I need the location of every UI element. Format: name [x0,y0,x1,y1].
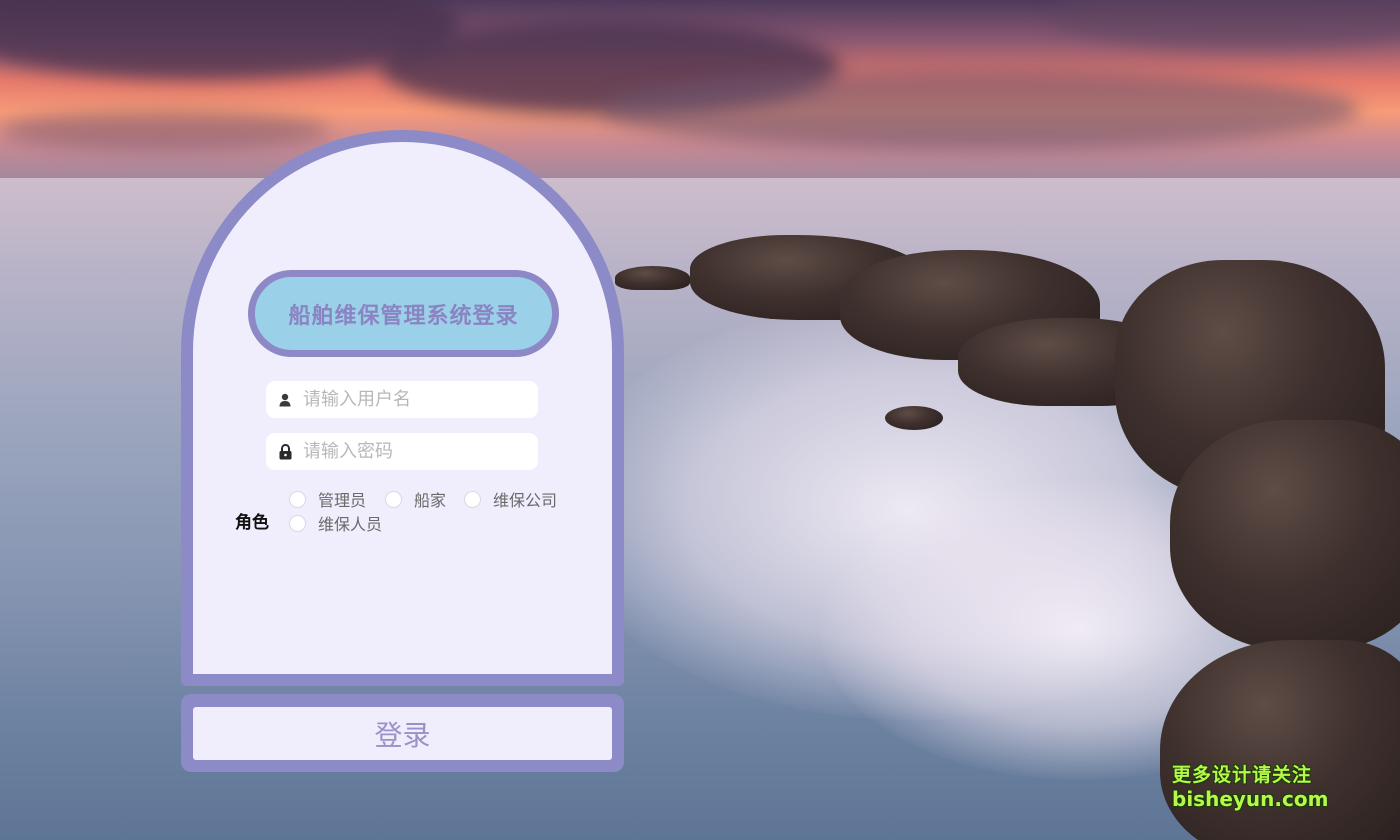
role-option-label: 船家 [414,491,447,510]
role-option-label: 管理员 [318,491,367,510]
watermark: 更多设计请关注 bisheyun.com [1172,764,1332,811]
cloud [600,70,1360,150]
role-option-maintenance-company[interactable]: 维保公司 [464,487,557,511]
cloud [0,110,330,150]
role-option-admin[interactable]: 管理员 [289,487,366,511]
role-label: 角色 [235,513,269,533]
username-field[interactable] [266,381,538,418]
watermark-line2: bisheyun.com [1172,786,1329,811]
login-title: 船舶维保管理系统登录 [248,270,559,357]
watermark-line1: 更多设计请关注 [1172,764,1313,786]
radio-circle[interactable] [289,514,306,532]
lock-icon [277,443,293,460]
password-input[interactable] [303,433,533,470]
radio-circle[interactable] [464,490,481,508]
rock [885,406,943,430]
login-button[interactable]: 登录 [193,707,612,760]
radio-circle[interactable] [385,490,402,508]
role-option-label: 维保人员 [318,515,383,534]
username-input[interactable] [303,381,533,418]
password-field[interactable] [266,433,538,470]
login-card: 船舶维保管理系统登录 角色 管理员 船家 维保公司 [181,130,624,686]
login-button-frame: 登录 [181,694,624,772]
role-option-shipowner[interactable]: 船家 [385,487,446,511]
radio-circle[interactable] [289,490,306,508]
rock [615,266,690,290]
role-option-label: 维保公司 [493,491,558,510]
role-option-maintenance-staff[interactable]: 维保人员 [289,511,382,535]
rock [1170,420,1400,650]
user-icon [277,392,293,408]
